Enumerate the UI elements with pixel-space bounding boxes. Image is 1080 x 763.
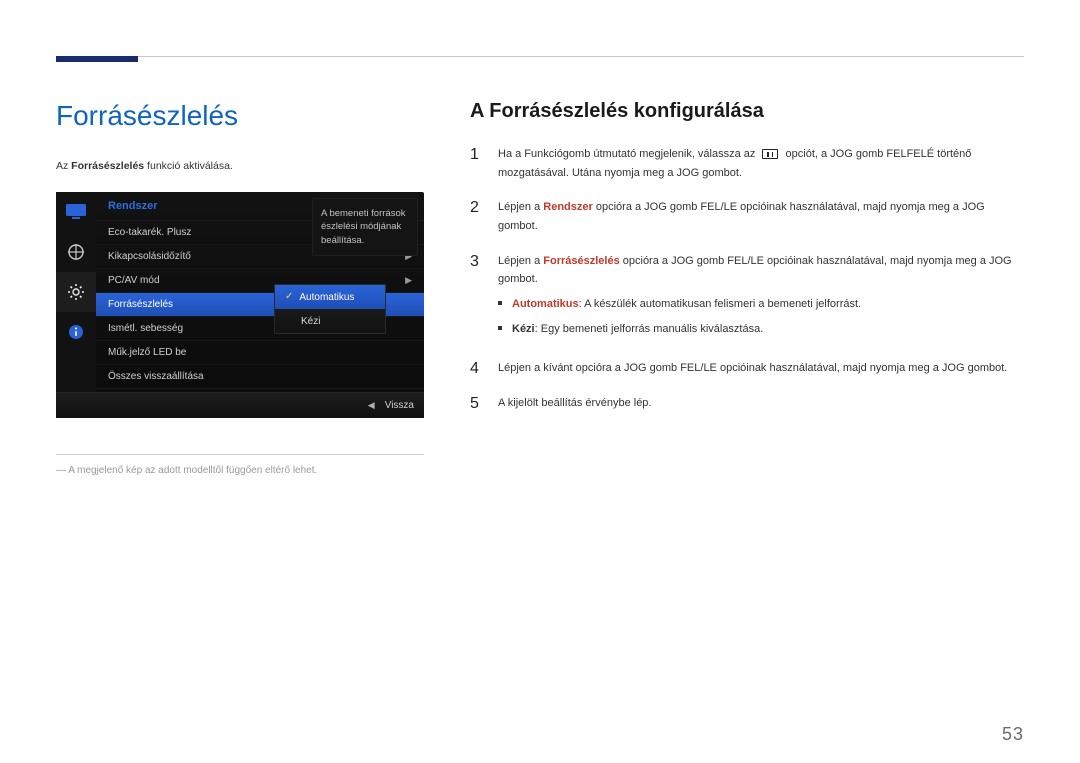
intro-bold: Forrásészlelés (71, 160, 144, 172)
keyword-auto: Automatikus (512, 298, 579, 310)
bullet-manual-text: : Egy bemeneti jelforrás manuális kivála… (535, 323, 764, 335)
intro-suffix: funkció aktiválása. (144, 160, 233, 172)
page: Forrásészlelés Az Forrásészlelés funkció… (0, 0, 1080, 763)
left-title: Forrásészlelés (56, 100, 424, 132)
top-accent-bar (56, 56, 138, 62)
target-icon[interactable] (56, 232, 96, 272)
osd-description-text: A bemeneti források észlelési módjának b… (321, 208, 406, 246)
osd-submenu-auto[interactable]: ✓ Automatikus (275, 285, 385, 309)
step1-a: Ha a Funkciógomb útmutató megjelenik, vá… (498, 148, 758, 160)
osd-item-label: PC/AV mód (108, 275, 160, 286)
bullet-manual: Kézi: Egy bemeneti jelforrás manuális ki… (498, 320, 1024, 339)
step-body: Lépjen a Forrásészlelés opcióra a JOG go… (498, 252, 1024, 343)
osd-item-label: Eco-takarék. Plusz (108, 227, 191, 238)
keyword-system: Rendszer (543, 201, 593, 213)
monitor-icon[interactable] (56, 192, 96, 232)
steps-list: 1 Ha a Funkciógomb útmutató megjelenik, … (470, 145, 1024, 413)
step-4: 4 Lépjen a kívánt opcióra a JOG gomb FEL… (470, 359, 1024, 378)
step-2: 2 Lépjen a Rendszer opcióra a JOG gomb F… (470, 198, 1024, 235)
bullet-dot-icon (498, 326, 502, 330)
step-number: 1 (470, 145, 484, 182)
bullet-body: Kézi: Egy bemeneti jelforrás manuális ki… (512, 320, 763, 339)
right-title: A Forrásészlelés konfigurálása (470, 100, 1024, 123)
osd-item-label: Kikapcsolásidőzítő (108, 251, 191, 262)
osd-item-reset[interactable]: Összes visszaállítása (96, 365, 424, 389)
right-column: A Forrásészlelés konfigurálása 1 Ha a Fu… (470, 100, 1024, 476)
osd-item-label: Összes visszaállítása (108, 371, 204, 382)
disclaimer-text: A megjelenő kép az adott modelltől függő… (56, 465, 424, 476)
osd-item-label: Ismétl. sebesség (108, 323, 183, 334)
osd-submenu-manual[interactable]: Kézi (275, 309, 385, 333)
step-number: 4 (470, 359, 484, 378)
step-5: 5 A kijelölt beállítás érvénybe lép. (470, 394, 1024, 413)
content-columns: Forrásészlelés Az Forrásészlelés funkció… (56, 0, 1024, 476)
intro-prefix: Az (56, 160, 71, 172)
intro-text: Az Forrásészlelés funkció aktiválása. (56, 160, 424, 172)
osd-inner: Rendszer Eco-takarék. Plusz Ki Kikapcsol… (56, 192, 424, 392)
menu-icon (762, 149, 778, 159)
step-number: 2 (470, 198, 484, 235)
top-rule (56, 56, 1024, 70)
osd-submenu: ✓ Automatikus Kézi (274, 284, 386, 334)
osd-footer: ◀ Vissza (56, 392, 424, 418)
step-number: 3 (470, 252, 484, 343)
step-body: A kijelölt beállítás érvénybe lép. (498, 394, 1024, 413)
step3-a: Lépjen a (498, 255, 543, 267)
step-3: 3 Lépjen a Forrásészlelés opcióra a JOG … (470, 252, 1024, 343)
option-bullets: Automatikus: A készülék automatikusan fe… (498, 295, 1024, 338)
osd-item-led[interactable]: Műk.jelző LED be (96, 341, 424, 365)
step-body: Ha a Funkciógomb útmutató megjelenik, vá… (498, 145, 1024, 182)
left-column: Forrásészlelés Az Forrásészlelés funkció… (56, 100, 424, 476)
step2-a: Lépjen a (498, 201, 543, 213)
bullet-body: Automatikus: A készülék automatikusan fe… (512, 295, 861, 314)
osd-panel: Rendszer Eco-takarék. Plusz Ki Kikapcsol… (56, 192, 424, 418)
chevron-right-icon: ▶ (405, 275, 412, 286)
bullet-auto: Automatikus: A készülék automatikusan fe… (498, 295, 1024, 314)
osd-back-label[interactable]: Vissza (385, 400, 414, 411)
disclaimer-separator (56, 454, 424, 455)
keyword-manual: Kézi (512, 323, 535, 335)
page-number: 53 (1002, 724, 1024, 745)
info-icon[interactable] (56, 312, 96, 352)
osd-icon-rail (56, 192, 96, 392)
step-body: Lépjen a kívánt opcióra a JOG gomb FEL/L… (498, 359, 1024, 378)
check-icon: ✓ (285, 292, 293, 302)
step-1: 1 Ha a Funkciógomb útmutató megjelenik, … (470, 145, 1024, 182)
bullet-dot-icon (498, 301, 502, 305)
triangle-left-icon[interactable]: ◀ (368, 400, 375, 411)
osd-item-label: Forrásészlelés (108, 299, 173, 310)
osd-description-panel: A bemeneti források észlelési módjának b… (312, 198, 418, 256)
osd-submenu-label: Automatikus (299, 292, 354, 303)
keyword-source-detect: Forrásészlelés (543, 255, 619, 267)
bullet-auto-text: : A készülék automatikusan felismeri a b… (579, 298, 861, 310)
osd-submenu-label: Kézi (301, 316, 320, 327)
gear-icon[interactable] (56, 272, 96, 312)
step-number: 5 (470, 394, 484, 413)
step-body: Lépjen a Rendszer opcióra a JOG gomb FEL… (498, 198, 1024, 235)
osd-item-label: Műk.jelző LED be (108, 347, 186, 358)
